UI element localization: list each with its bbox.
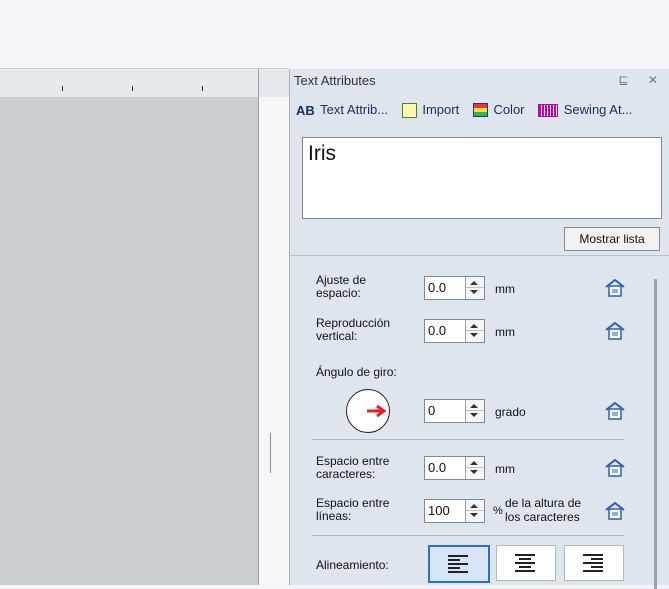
sewing-icon <box>538 104 559 118</box>
text-input[interactable]: Iris <box>302 137 662 219</box>
ab-text-icon: AB <box>296 102 315 118</box>
align-center-button[interactable] <box>496 545 556 581</box>
espacio-caracteres-stepper[interactable]: 0.0 <box>424 456 485 480</box>
text-input-value: Iris <box>308 142 336 165</box>
top-toolbar-area <box>0 0 669 68</box>
home-reset-icon[interactable] <box>604 278 626 298</box>
ajuste-unit: mm <box>495 282 515 296</box>
align-right-button[interactable] <box>564 545 624 581</box>
home-reset-icon[interactable] <box>604 401 626 421</box>
scrollbar-thumb[interactable] <box>654 279 657 589</box>
tab-label: Import <box>422 101 460 117</box>
ajuste-value: 0.0 <box>428 280 447 295</box>
reproduccion-value: 0.0 <box>428 323 447 338</box>
panel-window-controls[interactable]: ⊑ ✕ <box>619 73 666 87</box>
home-reset-icon[interactable] <box>604 321 626 341</box>
align-left-icon <box>448 555 468 575</box>
rotation-dial[interactable] <box>346 389 390 433</box>
vertical-scrollbar[interactable] <box>647 259 665 589</box>
ruler-tick <box>202 86 203 91</box>
align-right-icon <box>583 554 603 574</box>
espacio-caracteres-value: 0.0 <box>428 460 447 475</box>
section-divider <box>290 255 669 256</box>
espacio-caracteres-label: Espacio entre caracteres: <box>316 454 390 481</box>
espacio-lineas-value: 100 <box>428 503 450 518</box>
tab-text-attributes[interactable]: AB Text Attrib... <box>296 102 388 118</box>
angulo-unit: grado <box>495 405 526 419</box>
panel-splitter[interactable] <box>258 97 289 585</box>
angulo-value: 0 <box>428 403 436 418</box>
spin-arrows[interactable] <box>465 320 484 342</box>
angulo-stepper[interactable]: 0 <box>424 399 485 423</box>
align-center-icon <box>515 554 535 574</box>
reproduccion-unit: mm <box>495 325 515 339</box>
panel-tabs: AB Text Attrib... Import Color Sewing At… <box>296 101 642 123</box>
group-divider <box>312 439 624 440</box>
spin-arrows[interactable] <box>465 457 484 479</box>
splitter-grip[interactable] <box>270 433 271 473</box>
design-canvas[interactable] <box>0 97 258 585</box>
horizontal-ruler <box>0 68 258 98</box>
home-reset-icon[interactable] <box>604 458 626 478</box>
tab-color[interactable]: Color <box>472 101 525 118</box>
espacio-lineas-label: Espacio entre líneas: <box>316 496 390 523</box>
spin-arrows[interactable] <box>465 400 484 422</box>
tab-label: Sewing At... <box>563 102 633 118</box>
reproduccion-stepper[interactable]: 0.0 <box>424 319 485 343</box>
ruler-tick <box>132 86 133 91</box>
tab-label: Color <box>493 101 525 117</box>
spin-arrows[interactable] <box>465 277 484 299</box>
tab-label: Text Attrib... <box>320 101 389 117</box>
home-reset-icon[interactable] <box>604 501 626 521</box>
espacio-lineas-stepper[interactable]: 100 <box>424 499 485 523</box>
align-left-button[interactable] <box>428 545 490 583</box>
tab-sewing-attributes[interactable]: Sewing At... <box>538 102 633 118</box>
espacio-lineas-unit: de la altura de los caracteres <box>505 496 582 524</box>
tab-import[interactable]: Import <box>401 101 460 118</box>
percent-sign: % <box>493 505 503 517</box>
panel-title: Text Attributes <box>294 73 376 88</box>
group-divider <box>312 535 624 536</box>
angulo-label: Ángulo de giro: <box>316 365 397 379</box>
alineamiento-label: Alineamiento: <box>316 558 389 572</box>
color-icon <box>472 103 488 118</box>
espacio-caracteres-unit: mm <box>495 462 515 476</box>
reproduccion-label: Reproducción vertical: <box>316 316 391 343</box>
mostrar-lista-button[interactable]: Mostrar lista <box>564 227 660 251</box>
ruler-tick <box>62 86 63 91</box>
ajuste-stepper[interactable]: 0.0 <box>424 276 485 300</box>
ruler-corner <box>258 68 289 98</box>
angle-arrow-icon <box>367 404 387 418</box>
ajuste-label: Ajuste de espacio: <box>316 273 367 300</box>
spin-arrows[interactable] <box>465 500 484 522</box>
import-icon <box>401 102 417 118</box>
text-attributes-panel: Text Attributes ⊑ ✕ AB Text Attrib... Im… <box>289 69 669 589</box>
